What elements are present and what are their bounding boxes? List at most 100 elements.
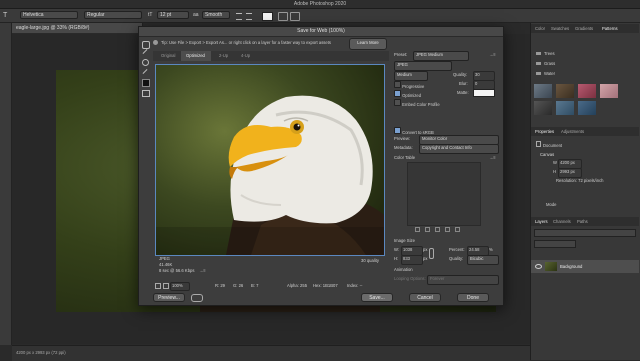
metadata-select[interactable]: Copyright and Contact Info [419,144,499,154]
info-icon [153,40,158,45]
height-unit: px [423,256,428,261]
pattern-swatch[interactable] [600,84,618,98]
color-table-tool-icon[interactable] [435,227,440,232]
cancel-button[interactable]: Cancel [409,293,441,302]
quality-value: 30 [475,72,480,77]
tab-optimized[interactable]: Optimized [181,51,211,61]
convert-srgb-check [394,127,401,134]
layer-thumbnail [545,262,557,271]
pattern-swatch[interactable] [534,101,552,115]
canvas-section-label: Canvas [540,152,555,157]
document-tab[interactable]: eagle-large.jpg @ 33% (RGB/8#) [12,23,143,33]
zoom-tool-icon[interactable] [142,59,149,66]
canvas-h-field[interactable]: 2993 px [558,168,582,178]
slice-select-tool-icon[interactable] [142,49,148,54]
color-table-tool-icon[interactable] [415,227,420,232]
tip-bar: Tip: Use File > Export > Export As... or… [139,37,503,50]
pattern-folder-grass[interactable]: Grass [536,61,555,66]
font-style-select[interactable]: Regular [84,11,142,19]
layer-row[interactable]: Background [531,260,639,273]
save-button-label: Save... [369,295,385,301]
eyedropper-color-swatch[interactable] [142,79,150,87]
toolbar [0,23,12,345]
looping-select[interactable]: Forever [427,275,499,285]
save-button[interactable]: Save... [361,293,393,302]
view-tabs: Original Optimized 2-Up 4-Up [153,51,389,61]
tab-layers[interactable]: Layers [535,219,548,224]
zoom-select[interactable]: 100% [170,282,190,291]
color-table-tool-icon[interactable] [455,227,460,232]
preview-time: 8 sec @ 56.6 Kbps [159,268,195,273]
browser-select-icon[interactable] [191,294,203,302]
preview-button[interactable]: Preview... [153,293,185,302]
warp-text-icon[interactable] [278,12,288,21]
pattern-swatch[interactable] [534,84,552,98]
pattern-swatch[interactable] [578,101,596,115]
optimized-preview[interactable] [155,64,385,256]
eyedropper-tool-icon[interactable] [142,69,148,74]
tab-adjustments[interactable]: Adjustments [561,129,584,134]
pattern-swatch[interactable] [578,84,596,98]
layer-name: Background [560,264,583,269]
align-center-icon[interactable] [246,13,252,20]
preview-menu-icon[interactable]: →≡ [199,268,206,273]
layer-filter-field[interactable] [534,229,636,237]
font-family-select[interactable]: Helvetica [20,11,78,19]
tab-patterns[interactable]: Patterns [602,26,618,31]
tab-paths[interactable]: Paths [577,219,588,224]
blend-mode-field[interactable] [534,240,576,248]
settings-panel: Preset: JPEG Medium →≡ JPEG Medium Quali… [391,49,501,289]
tip-text: Tip: Use File > Export > Export As... or… [161,40,331,45]
visibility-eye-icon[interactable] [535,264,542,269]
pattern-swatch[interactable] [556,101,574,115]
quality-label: Quality: [453,72,468,77]
antialias-select[interactable]: Smooth [202,11,230,19]
zoom-in-icon[interactable] [163,283,169,289]
height-field[interactable]: 833 [401,255,423,265]
tab-2up[interactable]: 2-Up [219,53,228,58]
panels-icon[interactable] [290,12,300,21]
matte-swatch[interactable] [473,89,495,97]
color-table-tool-icon[interactable] [445,227,450,232]
embed-profile-checkbox[interactable]: Embed Color Profile [394,99,440,107]
done-button[interactable]: Done [457,293,489,302]
tab-color[interactable]: Color [535,26,545,31]
compression-select[interactable]: Medium [394,71,428,81]
format-select[interactable]: JPEG [394,61,452,71]
color-table-tools [415,227,475,232]
learn-more-button[interactable]: Learn More [349,38,387,50]
blur-value: 0 [475,81,478,86]
learn-more-label: Learn More [357,40,379,45]
properties-document-label: Document [536,141,562,148]
tab-gradients[interactable]: Gradients [575,26,593,31]
toggle-slices-icon[interactable] [142,90,150,97]
type-tool-icon[interactable]: T [3,12,10,19]
preset-select[interactable]: JPEG Medium [413,51,469,61]
pattern-folder-trees[interactable]: Trees [536,51,555,56]
preset-label: Preset: [394,52,408,57]
convert-srgb-checkbox[interactable]: Convert to sRGB [394,127,434,135]
progressive-checkbox[interactable]: Progressive [394,81,424,89]
zoom-out-icon[interactable] [155,283,161,289]
color-table-label: Color Table [394,155,416,160]
tab-4up[interactable]: 4-Up [241,53,250,58]
align-left-icon[interactable] [236,13,242,20]
resample-quality-select[interactable]: Bicubic [467,255,499,265]
link-icon[interactable] [429,248,434,259]
tab-swatches[interactable]: Swatches [551,26,569,31]
font-size-select[interactable]: 12 pt [157,11,189,19]
color-table-menu-icon[interactable]: →≡ [489,155,496,160]
tab-original[interactable]: Original [161,53,175,58]
text-color-swatch[interactable] [262,12,273,21]
pattern-swatch[interactable] [556,84,574,98]
pattern-folder-water[interactable]: Water [536,71,555,76]
looping-value: Forever [430,276,445,281]
tab-optimized-label: Optimized [186,53,205,58]
optimized-checkbox[interactable]: Optimized [394,90,421,98]
settings-menu-icon[interactable]: →≡ [489,52,496,57]
tab-properties[interactable]: Properties [535,129,554,134]
stat-hex: Hex: 1B1B07 [313,283,338,288]
color-table-tool-icon[interactable] [425,227,430,232]
tab-channels[interactable]: Channels [553,219,571,224]
resample-quality-value: Bicubic [470,256,484,261]
